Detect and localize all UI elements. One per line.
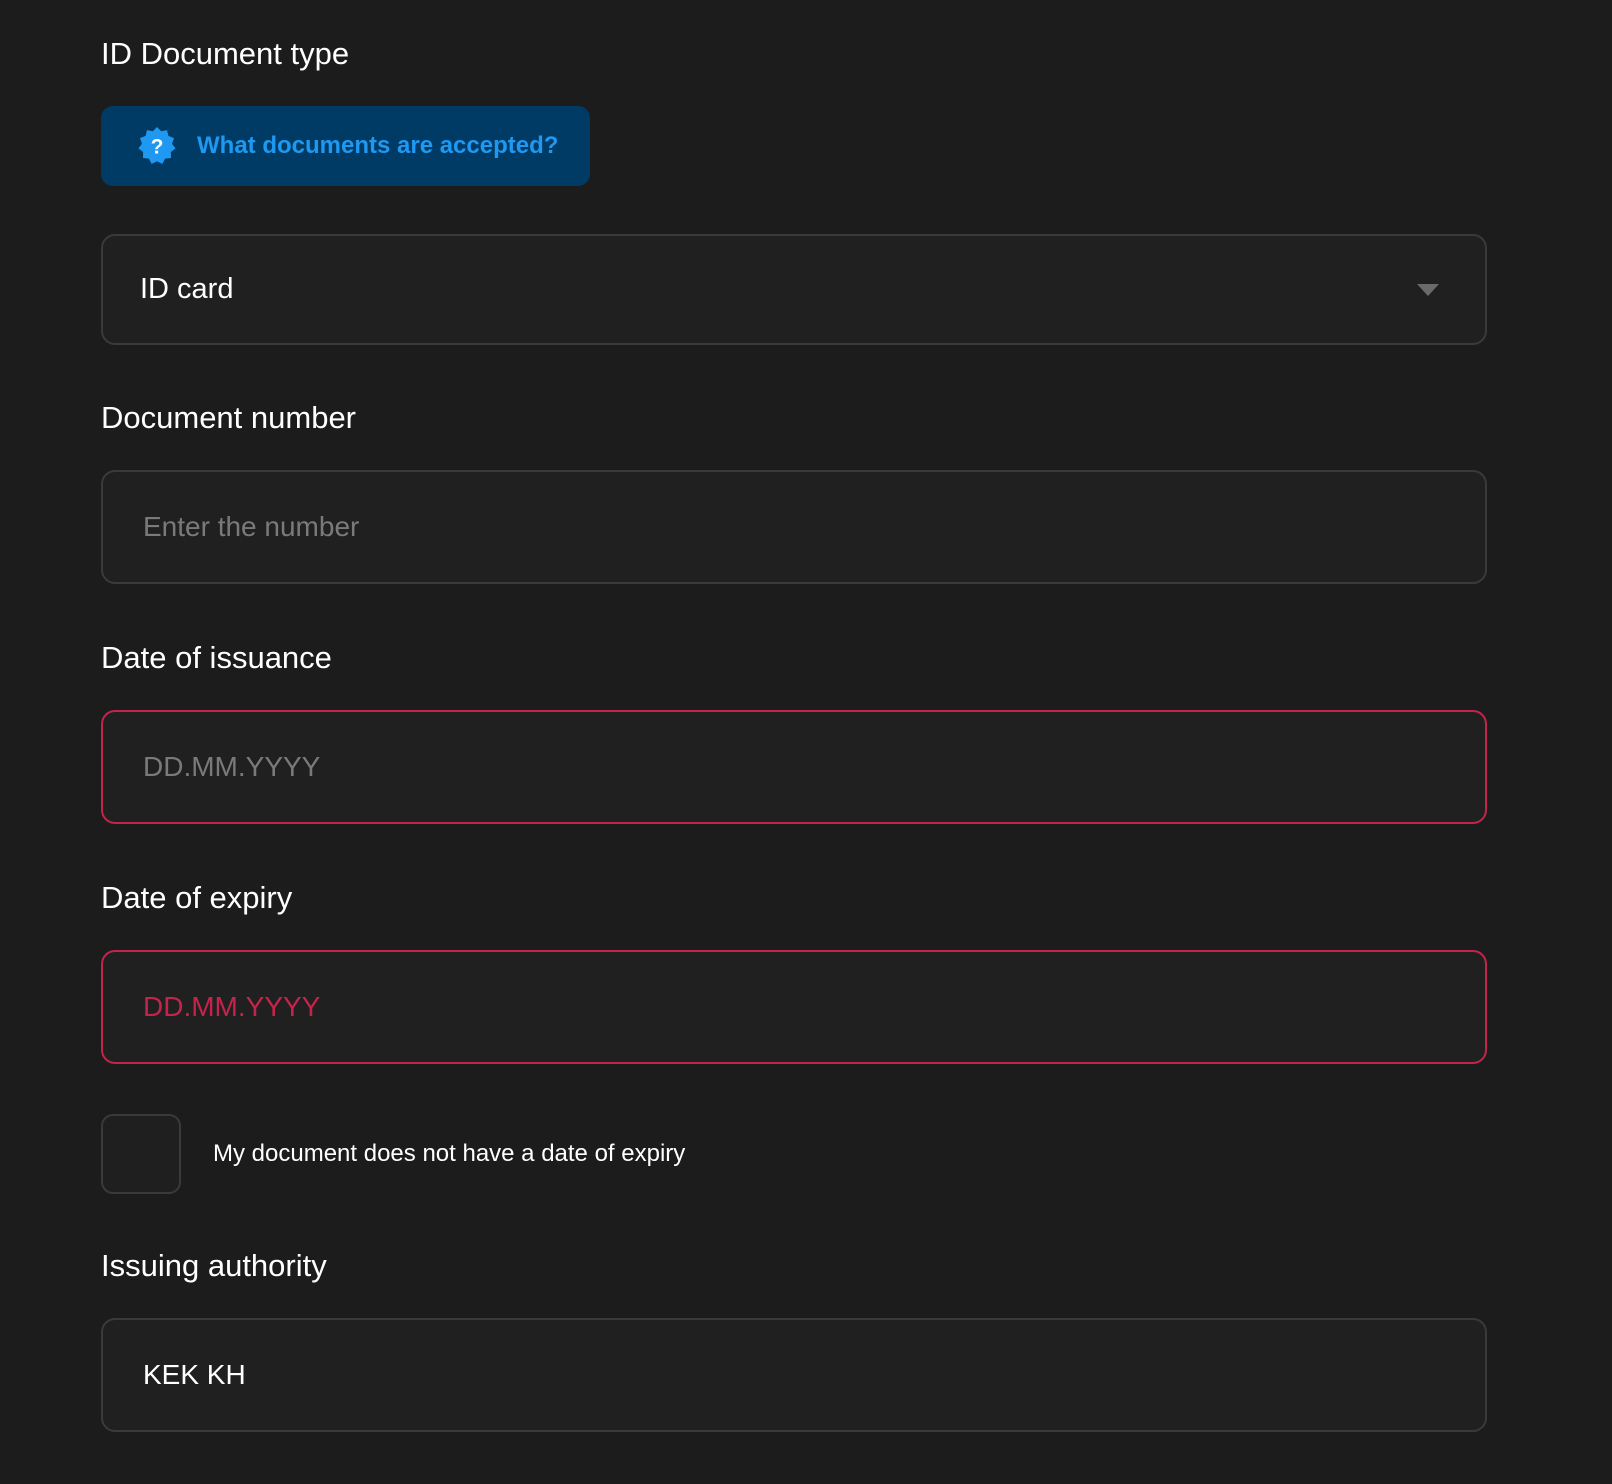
question-badge-icon: ? — [138, 127, 176, 164]
date-of-issuance-input[interactable]: DD.MM.YYYY — [101, 710, 1487, 824]
document-number-label: Document number — [101, 400, 357, 435]
document-number-placeholder: Enter the number — [143, 511, 360, 542]
no-expiry-option: My document does not have a date of expi… — [101, 1114, 685, 1194]
document-number-input[interactable]: Enter the number — [101, 470, 1487, 584]
document-type-select[interactable]: ID card — [101, 234, 1487, 345]
issuing-authority-label: Issuing authority — [101, 1248, 327, 1283]
date-of-expiry-placeholder: DD.MM.YYYY — [143, 991, 321, 1022]
accepted-documents-button[interactable]: ? What documents are accepted? — [101, 106, 590, 186]
no-expiry-checkbox[interactable] — [101, 1114, 181, 1194]
document-type-selected-value: ID card — [140, 273, 234, 305]
document-type-label: ID Document type — [101, 36, 350, 71]
date-of-expiry-input[interactable]: DD.MM.YYYY — [101, 950, 1487, 1064]
date-of-issuance-placeholder: DD.MM.YYYY — [143, 751, 321, 782]
date-of-expiry-label: Date of expiry — [101, 880, 293, 915]
issuing-authority-value: KEK KH — [143, 1359, 246, 1390]
no-expiry-checkbox-label[interactable]: My document does not have a date of expi… — [213, 1140, 685, 1168]
issuing-authority-input[interactable]: KEK KH — [101, 1318, 1487, 1432]
svg-text:?: ? — [151, 136, 164, 159]
date-of-issuance-label: Date of issuance — [101, 640, 332, 675]
caret-down-icon — [1417, 283, 1439, 296]
accepted-documents-button-label: What documents are accepted? — [197, 132, 559, 159]
